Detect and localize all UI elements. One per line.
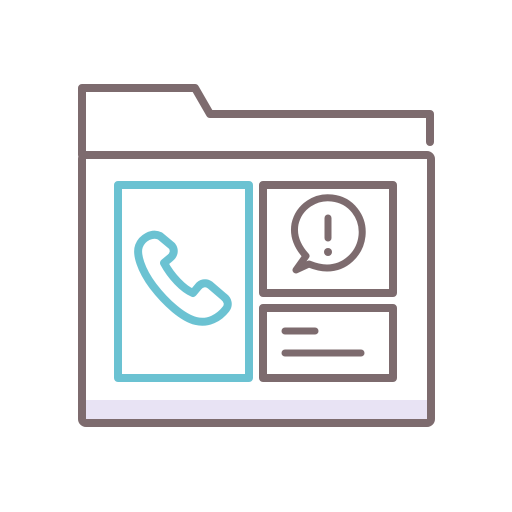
- folder-contact-alert-icon: [0, 0, 512, 512]
- exclamation-dot: [324, 248, 332, 256]
- folder-tab: [78, 84, 434, 159]
- folder-shadow-band: [86, 400, 427, 419]
- phone-panel: [114, 181, 253, 382]
- phone-icon: [134, 230, 232, 326]
- text-panel: [259, 304, 397, 382]
- icon-canvas: [78, 84, 435, 427]
